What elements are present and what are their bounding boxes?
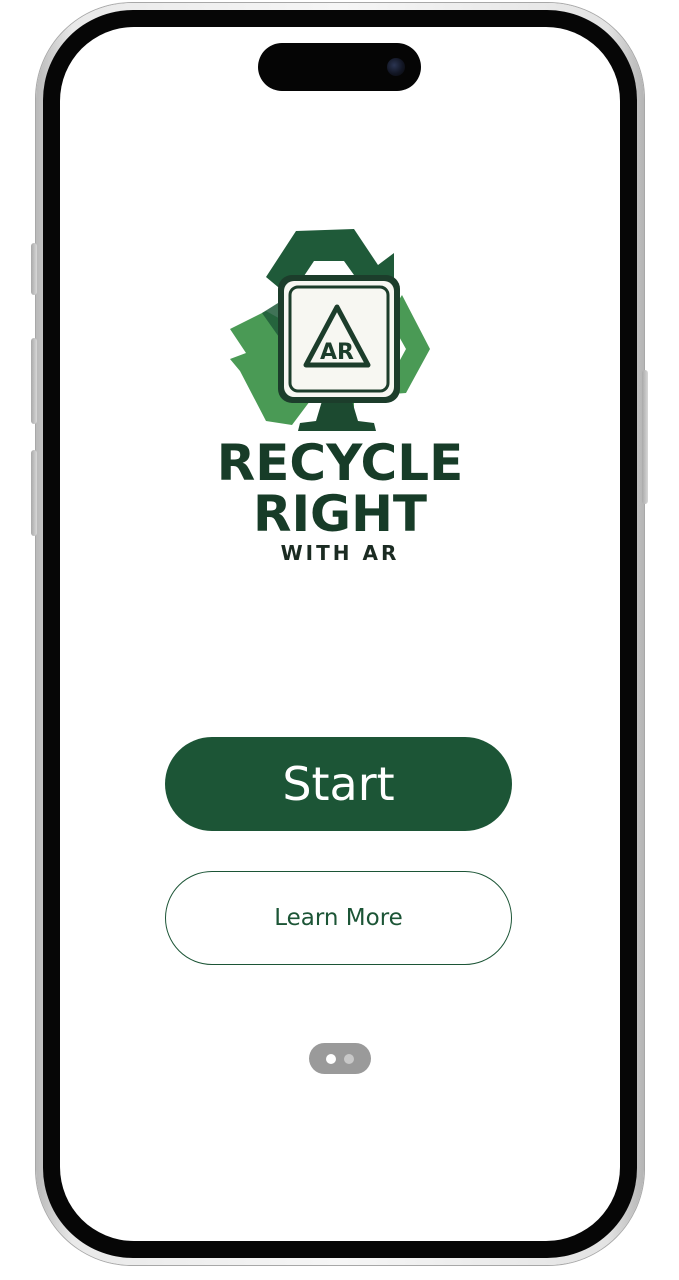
action-button xyxy=(31,243,37,295)
brand-title-line1: RECYCLE xyxy=(216,434,464,492)
brand-title-line2: RIGHT xyxy=(252,485,428,543)
brand-subtitle: WITH AR xyxy=(280,541,400,565)
recycle-ar-logo-icon: AR xyxy=(230,229,430,431)
app-screen: AR RECYCLE RIGHT WITH AR Start Learn Mor… xyxy=(60,27,620,1241)
volume-up-button xyxy=(31,338,37,424)
dynamic-island xyxy=(258,43,421,91)
learn-more-button[interactable]: Learn More xyxy=(165,871,512,965)
power-button xyxy=(642,370,648,504)
volume-down-button xyxy=(31,450,37,536)
page-dot-inactive[interactable] xyxy=(344,1053,354,1064)
camera-icon xyxy=(387,58,405,76)
page-dot-active[interactable] xyxy=(326,1053,336,1064)
start-button[interactable]: Start xyxy=(165,737,512,831)
monitor-stand xyxy=(298,401,376,431)
page-indicator[interactable] xyxy=(309,1043,371,1074)
logo-ar-badge: AR xyxy=(320,340,354,365)
